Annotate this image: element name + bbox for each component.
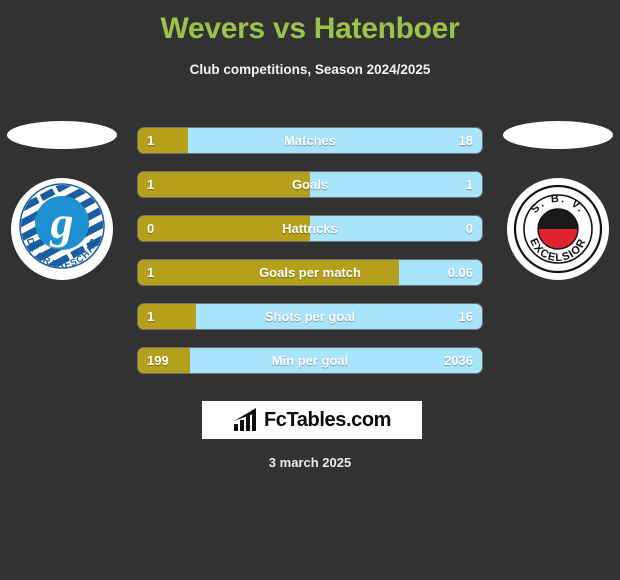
away-value: 0.06 <box>447 265 473 280</box>
away-value: 1 <box>465 177 473 192</box>
away-crest-shadow-ellipse <box>503 121 613 149</box>
stat-label: Shots per goal <box>264 309 356 324</box>
infographic-root: Wevers vs Hatenboer Club competitions, S… <box>0 0 620 580</box>
stat-row-shots-per-goal: 1 Shots per goal 16 <box>138 304 482 329</box>
stat-row-hattricks: 0 Hattricks 0 <box>138 216 482 241</box>
generated-date: 3 march 2025 <box>268 455 352 470</box>
stat-label: Hattricks <box>282 221 338 236</box>
stat-label: Min per goal <box>271 353 349 368</box>
stat-label: Goals per match <box>259 265 361 280</box>
svg-text:g: g <box>50 197 74 248</box>
stat-row-goals: 1 Goals 1 <box>138 172 482 197</box>
stat-label: Matches <box>283 133 337 148</box>
de-graafschap-crest: g DE GRAAFSCHAP <box>9 176 115 282</box>
stat-row-min-per-goal: 199 Min per goal 2036 <box>138 348 482 373</box>
home-crest-shadow-ellipse <box>7 121 117 149</box>
page-subtitle: Club competitions, Season 2024/2025 <box>189 62 431 77</box>
bar-chart-trend-icon <box>233 408 256 431</box>
stat-row-goals-per-match: 1 Goals per match 0.06 <box>138 260 482 285</box>
sbv-excelsior-crest: S. B. V. EXCELSIOR <box>505 176 611 282</box>
away-value: 0 <box>465 221 473 236</box>
stat-row-matches: 1 Matches 18 <box>138 128 482 153</box>
away-value: 2036 <box>444 353 473 368</box>
away-value: 16 <box>458 309 473 324</box>
away-value: 18 <box>458 133 473 148</box>
page-title: Wevers vs Hatenboer <box>160 12 460 45</box>
fctables-logo-text: FcTables.com <box>263 408 392 431</box>
stat-label: Goals <box>291 177 329 192</box>
fctables-logo: FcTables.com <box>202 401 422 439</box>
stat-bars-list: 1 Matches 18 1 Goals 1 0 Hattricks 0 1 G… <box>138 128 482 392</box>
